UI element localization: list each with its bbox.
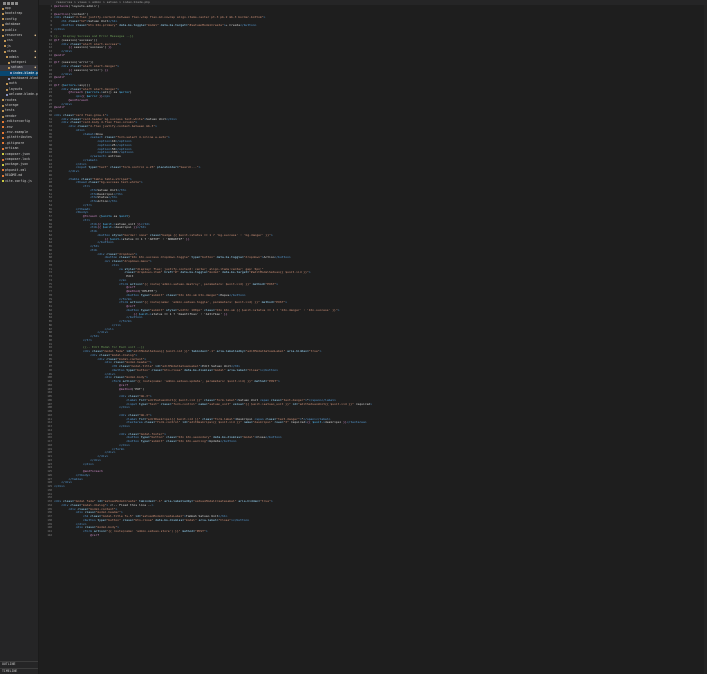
file-icon xyxy=(2,169,4,172)
tree-item[interactable]: vite.config.js xyxy=(0,179,38,184)
file-icon xyxy=(2,142,4,145)
folder-icon xyxy=(2,110,4,113)
tree-item-label: vite.config.js xyxy=(5,178,32,183)
folder-icon xyxy=(2,18,4,21)
folder-icon xyxy=(6,88,8,91)
folder-icon xyxy=(4,40,6,43)
code-line[interactable]: @csrf xyxy=(54,533,704,538)
file-icon xyxy=(2,174,4,177)
folder-icon xyxy=(4,50,6,53)
explorer-sidebar: app bootstrap config database public resource… xyxy=(0,0,39,674)
file-icon xyxy=(2,158,4,161)
folder-icon xyxy=(8,61,10,64)
line-number-gutter: 1 2 3 4 5 6 7 8 9 10 11 12 13 14 15 16 17 18 19 20 21 22 23 24 2… xyxy=(39,5,53,674)
folder-icon xyxy=(8,66,10,69)
folder-icon xyxy=(2,23,4,26)
folder-icon xyxy=(2,99,4,102)
file-icon xyxy=(2,164,4,167)
folder-icon xyxy=(4,45,6,48)
collapse-all-icon[interactable] xyxy=(15,1,18,5)
line-number: 142 xyxy=(47,533,52,537)
file-icon xyxy=(2,131,4,134)
file-tree: app bootstrap config database public resource… xyxy=(0,6,38,184)
file-icon xyxy=(2,137,4,140)
folder-icon xyxy=(2,104,4,107)
folder-icon xyxy=(2,34,4,37)
new-file-icon[interactable] xyxy=(3,1,6,5)
vscode-window: resources > views > admin > satuan > ind… xyxy=(0,0,707,674)
new-folder-icon[interactable] xyxy=(7,1,10,5)
refresh-icon[interactable] xyxy=(11,1,14,5)
code-editor[interactable]: @extends('layouts.admin') @section('conte… xyxy=(54,5,704,674)
file-icon xyxy=(2,126,4,129)
file-icon xyxy=(2,153,4,156)
panel-header-timeline[interactable]: TIMELINE xyxy=(0,667,38,674)
folder-icon xyxy=(2,29,4,32)
file-icon xyxy=(2,180,4,183)
git-status-badge: ● xyxy=(34,55,36,59)
folder-icon xyxy=(2,7,4,10)
folder-icon xyxy=(6,56,8,59)
file-icon xyxy=(2,147,4,150)
folder-icon xyxy=(2,115,4,118)
explorer-bottom-panels: OUTLINE TIMELINE xyxy=(0,661,38,674)
file-icon xyxy=(10,72,12,75)
folder-icon xyxy=(6,83,8,86)
git-status-badge: ● xyxy=(34,33,36,37)
file-icon xyxy=(2,120,4,123)
file-icon xyxy=(8,77,10,80)
folder-icon xyxy=(2,13,4,16)
file-icon xyxy=(6,93,8,96)
